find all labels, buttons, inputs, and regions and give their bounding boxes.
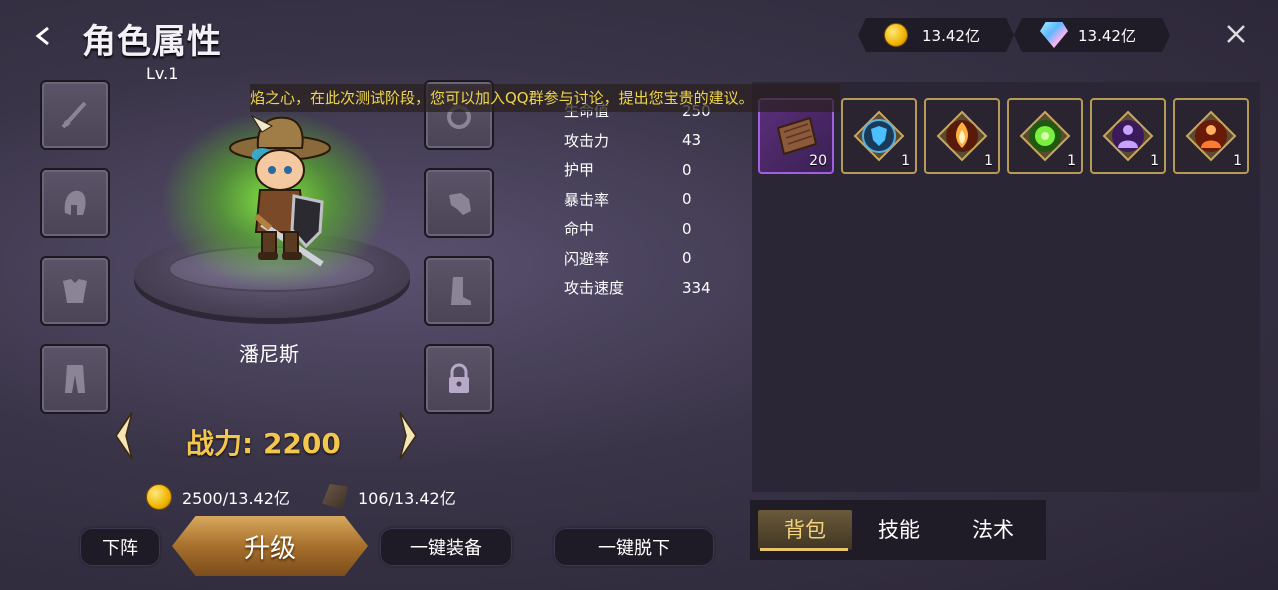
item-count: 1	[1150, 153, 1159, 169]
item-count: 20	[809, 153, 827, 169]
page-title: 角色属性	[82, 22, 222, 62]
stat-label: 攻击力	[564, 131, 610, 150]
stat-row: 闪避率 0	[564, 244, 754, 274]
stat-label: 暴击率	[564, 190, 610, 209]
stat-value: 0	[682, 249, 692, 268]
upgrade-button[interactable]: 升级	[172, 516, 368, 576]
gold-amount: 13.42亿	[922, 26, 980, 45]
slot-armor[interactable]	[40, 256, 110, 326]
gold-coin-icon	[884, 23, 908, 47]
stat-value: 0	[682, 219, 692, 238]
combat-power: 战力: 2200	[186, 427, 341, 460]
slot-boots[interactable]	[424, 256, 494, 326]
stat-value: 0	[682, 160, 692, 179]
upgrade-gold-cost: 2500/13.42亿	[146, 484, 290, 510]
active-tab-indicator	[760, 548, 848, 551]
slot-gloves[interactable]	[424, 168, 494, 238]
prev-character-button[interactable]	[110, 406, 136, 476]
stat-label: 护甲	[564, 161, 595, 180]
diamond-currency: 13.42亿	[1014, 18, 1170, 52]
item-count: 1	[901, 153, 910, 169]
tab-spells[interactable]: 法术	[946, 510, 1040, 550]
item-count: 1	[984, 153, 993, 169]
tab-bag[interactable]: 背包	[758, 510, 852, 550]
inventory-item-shadow-figure[interactable]: 1	[1090, 98, 1166, 174]
fire-figure-icon	[1185, 110, 1237, 162]
stat-row: 护甲 0	[564, 155, 754, 185]
stat-value: 43	[682, 131, 702, 150]
item-count: 1	[1067, 153, 1076, 169]
stone-cost-value: 106/13.42亿	[358, 489, 456, 508]
glove-icon	[449, 193, 471, 215]
stat-row: 攻击力 43	[564, 126, 754, 156]
gold-coin-icon	[146, 484, 172, 510]
back-button[interactable]	[28, 20, 60, 52]
green-aura-icon	[1019, 110, 1071, 162]
back-arrow-icon	[35, 26, 49, 46]
retire-button[interactable]: 下阵	[78, 526, 162, 568]
level-label: Lv.1	[146, 64, 179, 83]
armor-icon	[63, 279, 87, 303]
hero-character	[229, 114, 331, 267]
item-count: 1	[1233, 153, 1242, 169]
character-name: 潘尼斯	[239, 342, 299, 366]
equip-all-button[interactable]: 一键装备	[378, 526, 514, 568]
stat-value: 0	[682, 190, 692, 209]
chevron-left-icon	[114, 411, 133, 460]
diamond-amount: 13.42亿	[1078, 26, 1136, 45]
shield-skill-icon	[853, 110, 905, 162]
stat-row: 攻击速度 334	[564, 273, 754, 303]
boots-icon	[451, 277, 471, 305]
close-icon	[1227, 25, 1245, 43]
chevron-right-icon	[399, 411, 418, 460]
flame-skill-icon	[936, 110, 988, 162]
inventory-item-shield-skill[interactable]: 1	[841, 98, 917, 174]
inventory-item-fire-figure[interactable]: 1	[1173, 98, 1249, 174]
stat-label: 闪避率	[564, 249, 610, 268]
diamond-icon	[1040, 22, 1068, 48]
stat-row: 暴击率 0	[564, 185, 754, 215]
inventory-item-flame-skill[interactable]: 1	[924, 98, 1000, 174]
gold-currency: 13.42亿	[858, 18, 1014, 52]
stat-label: 攻击速度	[564, 279, 625, 298]
upgrade-stone-icon	[322, 484, 348, 510]
helmet-icon	[64, 190, 86, 215]
upgrade-stone-cost: 106/13.42亿	[322, 484, 456, 510]
next-character-button[interactable]	[396, 406, 422, 476]
inventory-tabs: 背包 技能 法术	[750, 500, 1046, 560]
gold-cost-value: 2500/13.42亿	[182, 489, 290, 508]
stat-row: 命中 0	[564, 214, 754, 244]
tab-skills[interactable]: 技能	[852, 510, 946, 550]
stats-list: 生命值 250 攻击力 43 护甲 0 暴击率 0 命中 0 闪避率 0 攻击速…	[564, 96, 754, 303]
inventory-item-green-aura[interactable]: 1	[1007, 98, 1083, 174]
close-button[interactable]	[1222, 22, 1250, 50]
sword-icon	[61, 101, 87, 129]
slot-helmet[interactable]	[40, 168, 110, 238]
slot-weapon[interactable]	[40, 80, 110, 150]
announcement-marquee: 焰之心，在此次测试阶段，您可以加入QQ群参与讨论，提出您宝贵的建议。	[250, 84, 840, 112]
stat-value: 334	[682, 278, 711, 297]
stat-label: 命中	[564, 220, 595, 239]
unequip-all-button[interactable]: 一键脱下	[552, 526, 716, 568]
shadow-figure-icon	[1102, 110, 1154, 162]
